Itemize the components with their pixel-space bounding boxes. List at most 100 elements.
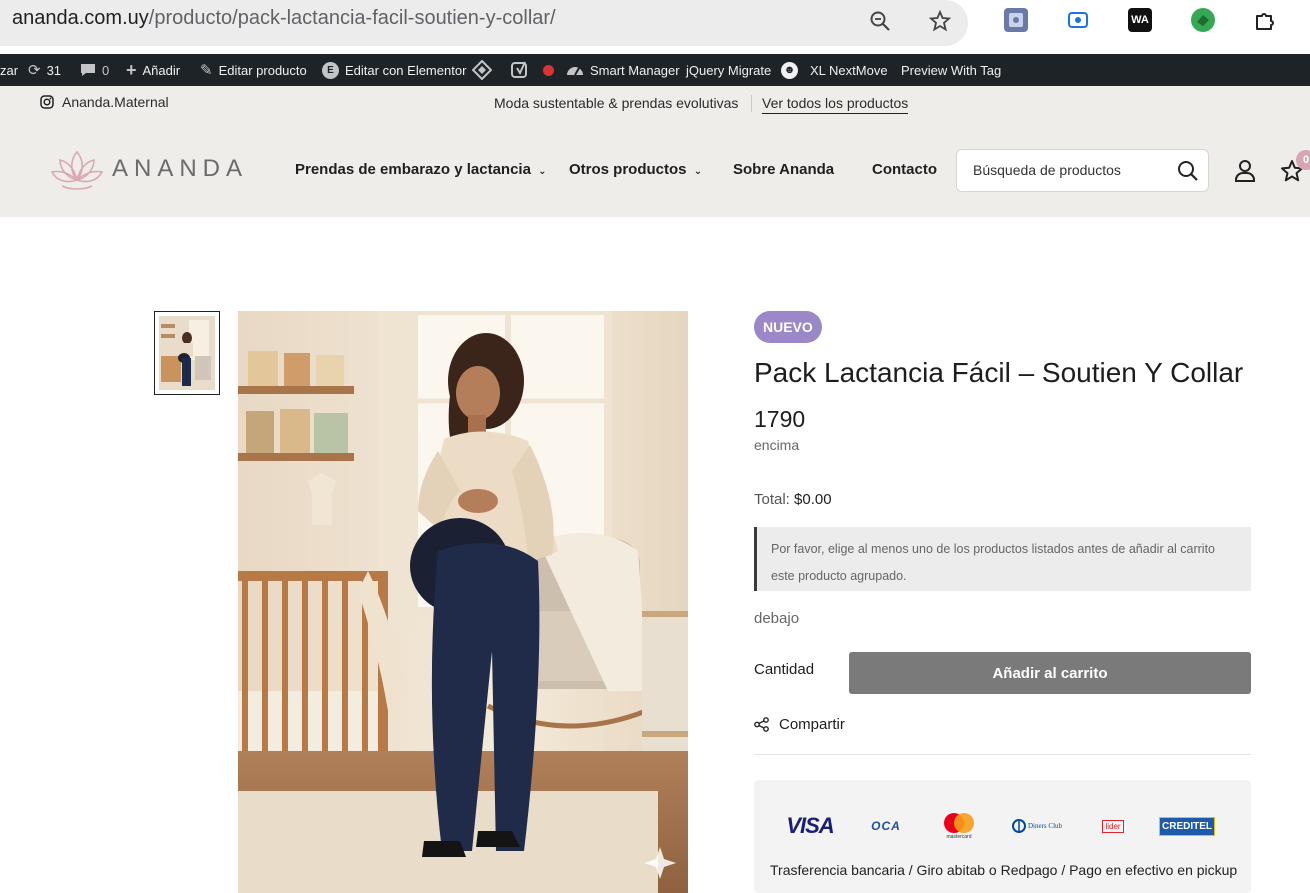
address-bar[interactable]: ananda.com.uy/producto/pack-lactancia-fa… <box>0 0 968 46</box>
url-text[interactable]: ananda.com.uy/producto/pack-lactancia-fa… <box>12 7 556 30</box>
chevron-down-icon: ⌄ <box>538 166 547 177</box>
wa-extension-icon[interactable]: WA <box>1128 8 1152 32</box>
site-header: Ananda.Maternal Moda sustentable & prend… <box>0 86 1310 217</box>
lider-logo-icon: lider <box>1102 808 1124 844</box>
mastercard-circles-icon <box>944 813 974 833</box>
mastercard-logo-icon: mastercard <box>939 808 979 844</box>
creditel-logo-icon: CREDITEL <box>1159 808 1215 844</box>
nav-sobre-ananda[interactable]: Sobre Ananda <box>733 161 834 178</box>
updates-link[interactable]: ⟳ 31 <box>28 54 61 86</box>
edit-product-link[interactable]: ✎ Editar producto <box>200 54 307 86</box>
updates-icon: ⟳ <box>28 62 41 79</box>
site-logo[interactable]: ANANDA <box>50 146 248 192</box>
diamond-plugin-link[interactable] <box>472 54 492 86</box>
share-label: Compartir <box>779 716 845 733</box>
new-label: Añadir <box>142 62 181 78</box>
diamond-icon <box>472 60 492 80</box>
grouped-product-notice: Por favor, elige al menos uno de los pro… <box>754 527 1251 591</box>
visa-label: VISA <box>786 813 834 838</box>
preview-with-tag-link[interactable]: Preview With Tag <box>901 54 1001 86</box>
nav-label: Sobre Ananda <box>733 161 835 178</box>
seo-status-dot-icon <box>543 64 554 76</box>
diners-circle-icon <box>1011 819 1026 833</box>
nextmove-label: XL NextMove <box>810 62 888 78</box>
new-badge: NUEVO <box>754 311 822 343</box>
payment-methods: VISA OCA mastercard Diners Club lider CR… <box>754 780 1251 893</box>
total-value: $0.00 <box>794 491 832 508</box>
record-extension-icon[interactable] <box>1066 8 1090 32</box>
green-extension-icon[interactable] <box>1191 8 1215 32</box>
creditel-label: CREDITEL <box>1159 816 1215 836</box>
nav-label: Prendas de embarazo y lactancia <box>295 161 531 178</box>
mastercard-label: mastercard <box>946 834 972 840</box>
elementor-icon: E <box>322 61 339 79</box>
nav-contacto[interactable]: Contacto <box>872 161 937 178</box>
topline-divider <box>751 95 752 112</box>
edit-product-label: Editar producto <box>218 62 307 78</box>
zoom-icon[interactable] <box>868 9 892 33</box>
instagram-handle: Ananda.Maternal <box>62 94 169 110</box>
product-main-image[interactable] <box>238 311 688 893</box>
nav-label: Otros productos <box>569 161 687 178</box>
diners-label: Diners Club <box>1027 822 1063 830</box>
puzzle-extension-icon[interactable] <box>1004 8 1028 32</box>
browser-toolbar: ananda.com.uy/producto/pack-lactancia-fa… <box>0 0 1310 54</box>
bookmark-star-icon[interactable] <box>928 9 952 33</box>
lotus-logo-icon <box>50 150 104 190</box>
wishlist-count: 0 <box>1302 154 1310 166</box>
logo-wordmark: ANANDA <box>112 155 249 182</box>
section-divider <box>754 754 1251 755</box>
nav-label: Contacto <box>872 161 937 178</box>
elementor-label: Editar con Elementor <box>345 62 467 78</box>
below-label: debajo <box>754 610 800 627</box>
all-products-link[interactable]: Ver todos los productos <box>762 95 909 114</box>
yoast-icon <box>511 61 527 78</box>
diners-logo-icon: Diners Club <box>1010 808 1064 844</box>
url-host: ananda.com.uy <box>12 7 149 29</box>
add-to-cart-button[interactable]: Añadir al carrito <box>849 652 1251 694</box>
smart-manager-link[interactable]: Smart Manager <box>566 54 680 86</box>
yoast-link[interactable] <box>511 54 554 86</box>
search-icon[interactable] <box>1177 160 1199 182</box>
tagline: Moda sustentable & prendas evolutivas <box>494 95 739 111</box>
jquery-migrate-link[interactable]: jQuery Migrate <box>686 54 771 86</box>
share-button[interactable]: Compartir <box>754 716 845 733</box>
share-icon <box>754 717 769 732</box>
oca-logo-icon: OCA <box>864 808 908 844</box>
nav-otros-productos[interactable]: Otros productos ⌄ <box>569 161 702 178</box>
preview-with-tag-label: Preview With Tag <box>901 62 1002 78</box>
total-label: Total: <box>754 491 790 508</box>
chevron-down-icon: ⌄ <box>693 166 703 177</box>
search-input[interactable] <box>973 162 1163 178</box>
product-thumbnail[interactable] <box>154 311 220 395</box>
product-search <box>956 149 1209 192</box>
visa-logo-icon: VISA <box>782 808 838 844</box>
nextmove-link[interactable]: ☻ XL NextMove <box>781 54 888 86</box>
new-content-link[interactable]: + Añadir <box>126 54 180 86</box>
customize-link[interactable]: zar <box>0 54 18 86</box>
thumbnail-photo <box>159 316 215 390</box>
customize-label: zar <box>0 62 19 78</box>
nextmove-icon: ☻ <box>781 61 798 79</box>
comments-count: 0 <box>102 62 110 78</box>
oca-label: OCA <box>871 819 901 833</box>
account-icon[interactable] <box>1234 159 1256 183</box>
nav-embarazo-lactancia[interactable]: Prendas de embarazo y lactancia ⌄ <box>295 161 547 178</box>
product-title: Pack Lactancia Fácil – Soutien Y Collar <box>754 357 1244 388</box>
instagram-icon <box>40 95 54 109</box>
wishlist-count-badge: 0 <box>1296 150 1310 170</box>
total-line: Total: $0.00 <box>754 491 832 508</box>
smart-manager-label: Smart Manager <box>590 62 680 78</box>
product-photo <box>238 311 688 893</box>
wp-admin-bar: zar ⟳ 31 0 + Añadir ✎ Editar producto E … <box>0 54 1310 86</box>
comments-link[interactable]: 0 <box>80 54 109 86</box>
pencil-icon: ✎ <box>200 62 213 79</box>
elementor-link[interactable]: E Editar con Elementor <box>322 54 466 86</box>
above-label: encima <box>754 437 800 453</box>
payment-text: Trasferencia bancaria / Giro abitab o Re… <box>770 862 1238 878</box>
lider-label: lider <box>1102 819 1124 833</box>
instagram-link[interactable]: Ananda.Maternal <box>40 94 169 110</box>
dashboard-gauge-icon <box>567 67 583 76</box>
extensions-icon[interactable] <box>1253 8 1277 32</box>
jquery-migrate-label: jQuery Migrate <box>686 62 772 78</box>
